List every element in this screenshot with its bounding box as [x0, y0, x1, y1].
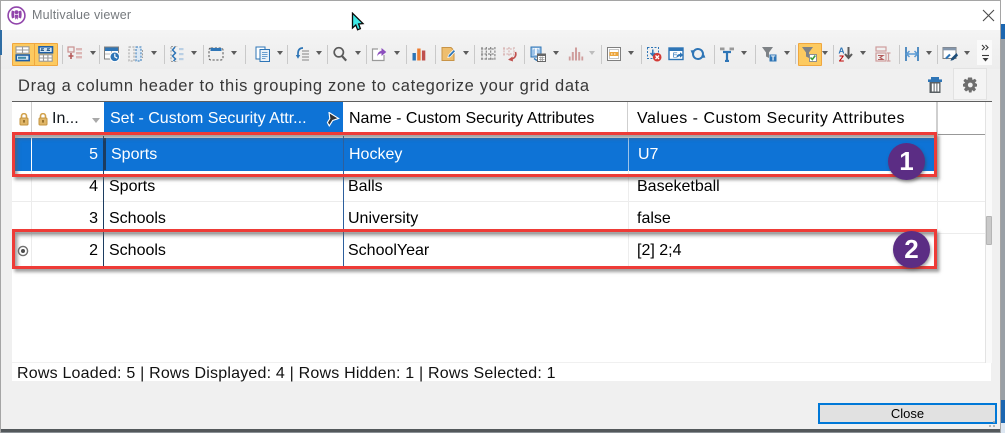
svg-text:T: T: [771, 54, 776, 62]
svg-text:E: E: [673, 51, 678, 60]
svg-text:Z: Z: [839, 54, 844, 63]
